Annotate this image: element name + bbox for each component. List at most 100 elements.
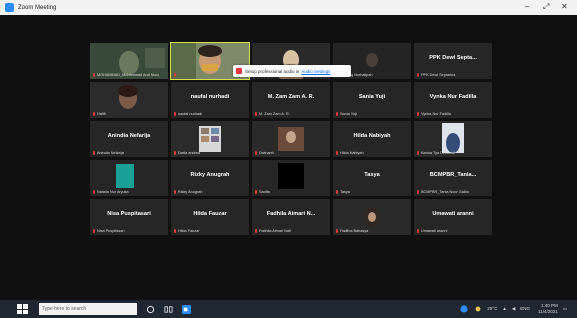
muted-mic-icon [174,229,176,233]
muted-mic-icon [255,229,257,233]
taskbar-search-input[interactable]: Type here to search [39,303,137,315]
weather-icon[interactable] [474,305,482,313]
participant-label-text: Natalia Nur Aryuka [97,190,129,194]
participant-label-text: Vynka Nur Fadilla [421,112,451,116]
participant-display-name: Hilda Nabiyah [353,133,391,139]
participant-tile[interactable]: MOHAMMAD_Muhammad Ardi Noor [90,43,168,79]
participant-tile[interactable]: Sania Yuji Sania Yuji [333,82,411,118]
participant-display-name: Anindia Nefarija [107,133,151,139]
participant-tile[interactable]: Nisa Puspitasari Nisa Puspitasari [90,199,168,235]
participant-label-text: Umawati aranni [421,229,448,233]
participant-name-label: Rizky Anugrah [174,190,202,194]
meeting-gallery-area: MOHAMMAD_Muhammad Ardi NoorMega KumariNu… [0,15,577,300]
participant-name-label: PPK Dewi Septarina [417,73,455,77]
participant-name-label: Natalia Nur Aryuka [93,190,129,194]
participant-tile[interactable]: Tasya Tasya [333,160,411,196]
participant-tile[interactable]: BCMPBR_Tania... BCMPBR_Tania Noor Gaibo [414,160,492,196]
participant-tile[interactable]: Sadifa [252,160,330,196]
audio-settings-tooltip[interactable]: Setup professional audio in Audio Settin… [233,65,351,77]
participant-label-text: Fadhila Aimari Nafi [259,229,291,233]
participant-label-text: Nisa Puspitasari [97,229,125,233]
language-indicator[interactable]: ENG [520,306,530,311]
muted-mic-icon [93,112,95,116]
cortana-icon[interactable] [146,305,155,314]
clock[interactable]: 1:40 PM 11/4/2021 [538,303,558,314]
participant-name-label: Dwila andrea [174,151,200,155]
participant-label-text: naufal nurhadi [178,112,203,116]
notifications-icon[interactable]: ▭ [563,306,567,312]
clock-time: 1:40 PM [540,303,558,308]
participant-name-label: Fadilha Bahasya [336,229,368,233]
participant-tile[interactable]: Hilda Nabiyah Hilda Nabiyah [333,121,411,157]
zoom-taskbar-icon[interactable] [182,304,191,314]
zoom-tray-icon[interactable] [460,304,468,313]
participant-label-text: Sania Yuji [340,112,357,116]
windows-taskbar: Type here to search 29°C ▲ ◀ ENG 1:40 PM… [0,300,577,318]
participant-name-label: Hilda Nabiyah [336,151,364,155]
muted-mic-icon [417,229,419,233]
windows-start-icon[interactable] [17,304,28,314]
participant-tile[interactable]: Natalia Nur Aryuka [90,160,168,196]
tooltip-text: Setup professional audio in [245,68,300,74]
participant-label-text: Hafifi [97,112,106,116]
participant-tile[interactable]: Anindia Nefarija Anindia Nefarija [90,121,168,157]
zoom-logo-icon [5,3,14,12]
participant-label-text: Dwila andrea [178,151,201,155]
participant-name-label: Nisa Puspitasari [93,229,124,233]
minimize-button[interactable]: – [525,2,529,11]
participant-name-label: Vynka Nur Fadilla [417,112,451,116]
participant-tile[interactable]: Vynka Nur Fadilla Vynka Nur Fadilla [414,82,492,118]
window-title: Zoom Meeting [18,4,57,11]
participant-tile[interactable]: Rizky Anugrah Rizky Anugrah [171,160,249,196]
participant-name-label: Sania Yuji [336,112,357,116]
muted-mic-icon [417,151,419,155]
participant-tile[interactable]: Fadhila Aimari N... Fadhila Aimari Nafi [252,199,330,235]
muted-mic-icon [174,151,176,155]
muted-mic-icon [417,190,419,194]
muted-mic-icon [93,229,95,233]
maximize-button[interactable]: ⤢ [543,2,549,12]
participant-label-text: Karina Tya Defawati [421,151,455,155]
participant-display-name: Rizky Anugrah [190,172,230,178]
participant-name-label: Anindia Nefarija [93,151,124,155]
participant-tile[interactable]: Dwinanti [252,121,330,157]
muted-mic-icon [255,112,257,116]
muted-mic-icon [336,229,338,233]
participant-label-text: Anindia Nefarija [97,151,124,155]
participant-tile[interactable]: PPK Dewi Septa... PPK Dewi Septarina [414,43,492,79]
participant-label-text: Fadilha Bahasya [340,229,369,233]
participant-tile[interactable]: Umawati aranni Umawati aranni [414,199,492,235]
volume-icon[interactable]: ◀ [512,306,515,312]
participant-display-name: Hilda Fauzar [193,211,227,217]
participant-tile[interactable]: Dwila andrea [171,121,249,157]
participant-tile[interactable]: Fadilha Bahasya [333,199,411,235]
participant-tile[interactable]: Karina Tya Defawati [414,121,492,157]
muted-mic-icon [93,190,95,194]
muted-mic-icon [336,151,338,155]
participant-name-label: M. Zam Zam A. R. [255,112,290,116]
participant-tile[interactable]: Hilda Fauzar Hilda Fauzar [171,199,249,235]
participant-name-label: BCMPBR_Tania Noor Gaibo [417,190,469,194]
participant-name-label [174,73,178,77]
participant-tile[interactable]: naufal nurhadi naufal nurhadi [171,82,249,118]
participant-label-text: Hilda Nabiyah [340,151,364,155]
network-icon[interactable]: ▲ [502,306,506,311]
muted-mic-icon [336,190,338,194]
audio-settings-link[interactable]: Audio Settings [301,69,330,74]
participant-tile[interactable]: M. Zam Zam A. R. M. Zam Zam A. R. [252,82,330,118]
clock-date: 11/4/2021 [538,308,558,314]
participant-label-text: Dwinanti [259,151,274,155]
close-button[interactable]: ✕ [561,2,568,11]
participant-tile[interactable]: Hafifi [90,82,168,118]
muted-mic-icon [417,73,419,77]
participant-name-label: Sadifa [255,190,270,194]
participant-display-name: Nisa Puspitasari [107,211,151,217]
participant-display-name: Vynka Nur Fadilla [429,94,477,100]
participant-label-text: PPK Dewi Septarina [421,73,456,77]
task-view-icon[interactable] [164,305,173,314]
participant-label-text: Tasya [340,190,350,194]
muted-mic-icon [255,190,257,194]
participant-display-name: M. Zam Zam A. R. [267,94,315,100]
muted-mic-icon [417,112,419,116]
temperature-text: 29°C [487,306,498,311]
